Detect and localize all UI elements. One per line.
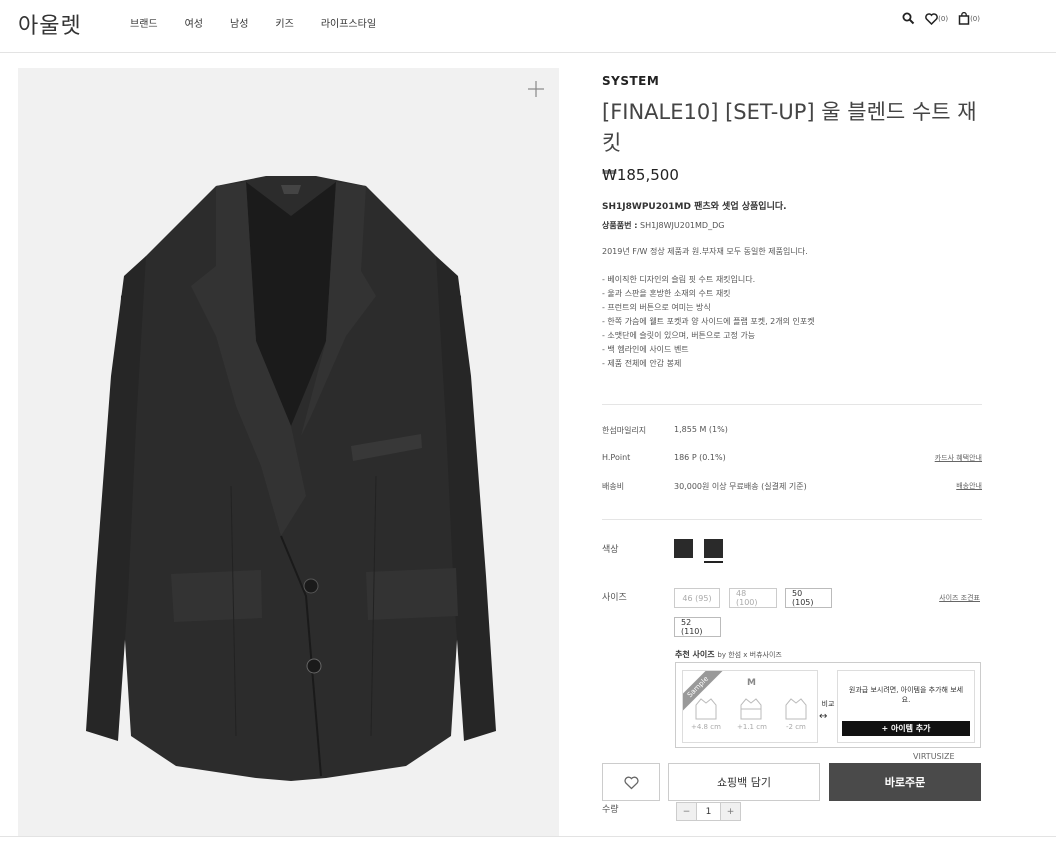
add-item-button[interactable]: + 아이템 추가 xyxy=(842,721,970,736)
desc-line: - 프런트의 버튼으로 여미는 방식 xyxy=(602,303,711,312)
quantity-minus-button[interactable]: − xyxy=(677,803,696,820)
product-title: [FINALE10] [SET-UP] 울 블렌드 수트 재킷 xyxy=(602,100,977,155)
nav-item-brand[interactable]: 브랜드 xyxy=(130,15,158,30)
site-header: 아울렛 브랜드 여성 남성 키즈 라이프스타일 (0) (0) xyxy=(0,0,1056,53)
benefit-label: 배송비 xyxy=(602,482,625,491)
search-button[interactable] xyxy=(902,12,915,25)
desc-intro: 2019년 F/W 정상 제품과 원.부자재 모두 동일한 제품입니다. xyxy=(602,247,808,256)
search-icon xyxy=(902,12,915,25)
site-logo[interactable]: 아울렛 xyxy=(18,8,82,40)
benefit-row-hpoint: H.Point 186 P (0.1%) 카드사 혜택안내 xyxy=(602,433,982,462)
size-chart-link[interactable]: 사이즈 조견표 xyxy=(939,593,980,603)
jacket-illustration xyxy=(86,176,496,781)
product-description: 2019년 F/W 정상 제품과 원.부자재 모두 동일한 제품입니다. - 베… xyxy=(602,245,982,371)
size-option-48[interactable]: 48 (100) xyxy=(729,588,777,608)
color-label: 색상 xyxy=(602,545,619,555)
size-option-52[interactable]: 52 (110) xyxy=(674,617,721,637)
nav-item-lifestyle[interactable]: 라이프스타일 xyxy=(321,15,376,30)
nav-item-women[interactable]: 여성 xyxy=(185,15,203,30)
virtusize-logo: VIRTUSIZE xyxy=(913,752,955,761)
cart-button[interactable]: (0) xyxy=(958,12,980,25)
size-label: 사이즈 xyxy=(602,593,627,603)
buy-now-button[interactable]: 바로주문 xyxy=(829,763,981,801)
product-code: 상품품번 : SH1J8WJU201MD_DG xyxy=(602,220,982,231)
size-diff-shoulder: +4.8 cm xyxy=(691,723,721,731)
brand-name[interactable]: SYSTEM xyxy=(602,74,982,88)
desc-line: - 한쪽 가슴에 웰트 포켓과 양 사이드에 플랩 포켓, 2개의 인포켓 xyxy=(602,317,815,326)
color-swatch-selected[interactable] xyxy=(704,539,723,558)
add-item-card: 원과급 보시려면, 아이템을 추가해 보세요. + 아이템 추가 xyxy=(837,670,975,743)
nav-item-kids[interactable]: 키즈 xyxy=(275,15,293,30)
product-info: SYSTEM [FINALE10] [SET-UP] 울 블렌드 수트 재킷 ₩… xyxy=(602,74,982,371)
product-price: ₩185,500 xyxy=(602,166,679,184)
benefit-rows: 한섬마일리지 1,855 M (1%) H.Point 186 P (0.1%)… xyxy=(602,404,982,520)
header-icons: (0) (0) xyxy=(892,12,980,25)
setup-note: SH1J8WPU201MD 팬츠와 셋업 상품입니다. xyxy=(602,202,787,212)
add-to-bag-button[interactable]: 쇼핑백 담기 xyxy=(668,763,820,801)
main-nav: 브랜드 여성 남성 키즈 라이프스타일 xyxy=(130,15,403,30)
benefit-value: 30,000원 이상 무료배송 (실결제 기준) xyxy=(674,482,807,491)
desc-line: - 제품 전체에 안감 봉제 xyxy=(602,359,682,368)
product-code-label: 상품품번 : xyxy=(602,221,638,230)
add-item-text: 원과급 보시려면, 아이템을 추가해 보세요. xyxy=(848,686,964,704)
recommended-size-title: 추천 사이즈 by 한섬 x 버츄사이즈 xyxy=(675,649,782,660)
size-diff-sleeve: -2 cm xyxy=(786,723,806,731)
divider xyxy=(0,836,1056,837)
heart-icon xyxy=(925,12,938,25)
shipping-info-link[interactable]: 배송안내 xyxy=(956,481,982,491)
desc-line: - 소맷단에 슬릿이 있으며, 버튼으로 고정 가능 xyxy=(602,331,756,340)
size-option-50[interactable]: 50 (105) xyxy=(785,588,832,608)
size-diff-chest: +1.1 cm xyxy=(737,723,767,731)
sample-size: M xyxy=(747,678,756,688)
benefit-row-mileage: 한섬마일리지 1,855 M (1%) xyxy=(602,405,982,435)
quantity-label: 수량 xyxy=(602,805,619,815)
zoom-plus-icon[interactable] xyxy=(527,80,545,98)
recommended-size-label: 추천 사이즈 xyxy=(675,650,715,659)
wishlist-button[interactable]: (0) xyxy=(925,12,949,25)
quantity-value[interactable]: 1 xyxy=(696,803,721,820)
quantity-stepper: − 1 + xyxy=(676,802,741,821)
compare-arrows-icon[interactable]: ↔ xyxy=(819,711,827,722)
like-button[interactable] xyxy=(602,763,660,801)
desc-line: - 베이직한 디자인의 슬림 핏 수트 재킷입니다. xyxy=(602,275,756,284)
benefit-row-shipping: 배송비 30,000원 이상 무료배송 (실결제 기준) 배송안내 xyxy=(602,461,982,491)
chest-garment-icon xyxy=(740,698,762,720)
nav-item-men[interactable]: 남성 xyxy=(230,15,248,30)
shoulder-garment-icon xyxy=(695,698,717,720)
compare-label[interactable]: 비교 xyxy=(818,699,838,709)
product-image[interactable] xyxy=(18,68,559,836)
color-swatch[interactable] xyxy=(674,539,693,558)
shopping-bag-icon xyxy=(958,12,970,25)
desc-line: - 백 헴라인에 사이드 벤트 xyxy=(602,345,689,354)
divider xyxy=(602,519,982,520)
size-option-46[interactable]: 46 (95) xyxy=(674,588,720,608)
virtusize-brand: VIRTUSIZE xyxy=(913,752,955,761)
sample-size-card[interactable]: Sample M +4.8 cm +1.1 cm -2 cm xyxy=(682,670,818,743)
product-code-value: SH1J8WJU201MD_DG xyxy=(639,221,725,230)
virtusize-widget: Sample M +4.8 cm +1.1 cm -2 cm 비교 ↔ 원과급 … xyxy=(675,662,981,748)
sleeve-garment-icon xyxy=(785,698,807,720)
quantity-plus-button[interactable]: + xyxy=(721,803,740,820)
wishlist-count: (0) xyxy=(938,14,949,23)
recommended-size-by: by 한섬 x 버츄사이즈 xyxy=(717,651,782,659)
cart-count: (0) xyxy=(970,14,980,23)
selected-swatch-underline xyxy=(704,561,723,563)
desc-line: - 울과 스판을 혼방한 소재의 수트 재킷 xyxy=(602,289,731,298)
heart-outline-icon xyxy=(624,776,639,790)
